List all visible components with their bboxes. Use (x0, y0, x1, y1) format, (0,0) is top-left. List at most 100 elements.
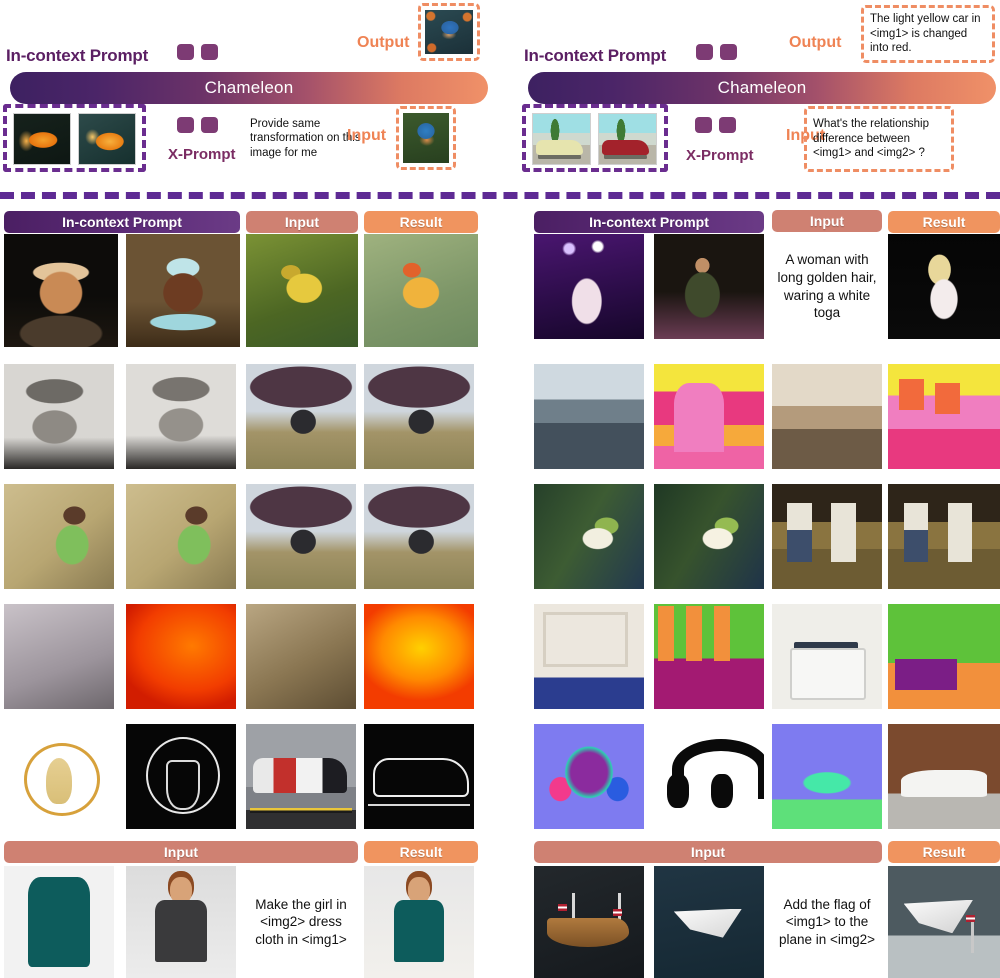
lp-r2-result-image (364, 364, 474, 469)
token-square-1 (177, 44, 194, 60)
right-header-input: Input (772, 210, 882, 232)
rp-r2-c1-image (534, 364, 644, 469)
teaser-left-xprompt-label: X-Prompt (168, 146, 236, 163)
boat-flag-left-icon (558, 904, 568, 912)
xprompt-token-2 (201, 117, 218, 133)
lp-r4-input-image (246, 604, 356, 709)
lp-r2-c2-image (126, 364, 236, 469)
xprompt-token-3 (695, 117, 712, 133)
lp-bottom-c1-image (4, 866, 114, 978)
lp-r2-input-image (246, 364, 356, 469)
rp-r4-input-image (772, 604, 882, 709)
figure-root: Output In-context Prompt Chameleon X-Pro… (0, 0, 1000, 978)
lp-r3-result-image (364, 484, 474, 589)
right-header-result: Result (888, 211, 1000, 233)
teaser-right-output-box: The light yellow car in <img1> is change… (861, 5, 995, 63)
teaser-right-output-label: Output (789, 34, 842, 51)
teaser-right-input-box: What's the relationship difference betwe… (804, 106, 954, 172)
output-image-bird-artistic (425, 10, 473, 54)
rp-r3-result-image (888, 484, 1000, 589)
rp-r5-c2-image (654, 724, 764, 829)
lp-r4-c1-image (4, 604, 114, 709)
rp-r3-c2-image (654, 484, 764, 589)
rp-r1-c2-image (654, 234, 764, 339)
right-bottom-header-input: Input (534, 841, 882, 863)
lp-r5-result-image (364, 724, 474, 829)
teaser-left-input-label: Input (347, 127, 387, 144)
rp-r4-result-image (888, 604, 1000, 709)
teaser-right-icp-label: In-context Prompt (524, 46, 667, 65)
left-header-in-context-prompt: In-context Prompt (4, 211, 240, 233)
token-square-2 (201, 44, 218, 60)
rp-r1-c1-image (534, 234, 644, 339)
section-divider (0, 192, 1000, 199)
teaser-right: Output The light yellow car in <img1> is… (500, 0, 1000, 196)
incontext-image-goldfish-2 (78, 113, 136, 165)
lp-r2-c1-image (4, 364, 114, 469)
plane-flag-icon (966, 915, 976, 923)
lp-r5-c2-image (126, 724, 236, 829)
input-image-bluebird (403, 113, 449, 163)
left-header-input: Input (246, 211, 358, 233)
lp-bottom-c2-image (126, 866, 236, 978)
teaser-left-incontext-box (3, 104, 146, 172)
results-panel-left: In-context Prompt Input Result Input Res… (4, 206, 498, 978)
teaser-left-output-box (418, 3, 480, 61)
rp-bottom-result-image (888, 866, 1000, 978)
incontext-image-goldfish-1 (13, 113, 71, 165)
lp-r3-input-image (246, 484, 356, 589)
right-bottom-header-result: Result (888, 841, 1000, 863)
teaser-left: Output In-context Prompt Chameleon X-Pro… (0, 0, 500, 196)
token-square-4 (720, 44, 737, 60)
lp-bottom-prompt-text: Make the girl in <img2> dress cloth in <… (242, 866, 360, 978)
left-bottom-header-input: Input (4, 841, 358, 863)
boat-flag-right-icon (613, 908, 623, 916)
teaser-left-output-label: Output (357, 34, 410, 51)
lp-r1-result-image (364, 234, 478, 347)
rp-r1-input-text: A woman with long golden hair, waring a … (772, 234, 882, 339)
rp-r2-c2-image (654, 364, 764, 469)
teaser-left-input-box (396, 106, 456, 170)
token-square-3 (696, 44, 713, 60)
incontext-image-red-car (598, 113, 657, 165)
results-panel-right: In-context Prompt Input Result A woman w… (506, 206, 1000, 978)
left-bottom-header-result: Result (364, 841, 478, 863)
teaser-right-model-banner: Chameleon (528, 72, 996, 104)
teaser-left-icp-label: In-context Prompt (6, 46, 149, 65)
rp-r3-c1-image (534, 484, 644, 589)
xprompt-token-1 (177, 117, 194, 133)
incontext-image-yellow-car (532, 113, 591, 165)
rp-r3-input-image (772, 484, 882, 589)
rp-r5-c1-image (534, 724, 644, 829)
rp-r4-c2-image (654, 604, 764, 709)
rp-bottom-prompt-text: Add the flag of <img1> to the plane in <… (768, 866, 886, 978)
lp-r5-input-image (246, 724, 356, 829)
teaser-left-model-banner: Chameleon (10, 72, 488, 104)
lp-r1-input-image (246, 234, 358, 347)
lp-r1-c2-image (126, 234, 240, 347)
teaser-right-input-text: What's the relationship difference betwe… (813, 117, 929, 160)
teaser-right-incontext-box (522, 104, 668, 172)
rp-r5-input-image (772, 724, 882, 829)
rp-r1-result-image (888, 234, 1000, 339)
lp-r5-c1-image (4, 724, 114, 829)
right-header-in-context-prompt: In-context Prompt (534, 211, 764, 233)
rp-r2-result-image (888, 364, 1000, 469)
rp-r2-input-image (772, 364, 882, 469)
rp-bottom-c2-image (654, 866, 764, 978)
left-header-result: Result (364, 211, 478, 233)
teaser-right-xprompt-label: X-Prompt (686, 147, 754, 164)
lp-r4-result-image (364, 604, 474, 709)
rp-r5-result-image (888, 724, 1000, 829)
xprompt-token-4 (719, 117, 736, 133)
lp-bottom-result-image (364, 866, 474, 978)
lp-r4-c2-image (126, 604, 236, 709)
rp-bottom-c1-image (534, 866, 644, 978)
rp-r4-c1-image (534, 604, 644, 709)
teaser-section: Output In-context Prompt Chameleon X-Pro… (0, 0, 1000, 196)
lp-r3-c2-image (126, 484, 236, 589)
teaser-right-output-text: The light yellow car in <img1> is change… (870, 12, 981, 55)
lp-r1-c1-image (4, 234, 118, 347)
lp-r3-c1-image (4, 484, 114, 589)
teaser-left-instruction-text: Provide same transformation on this imag… (250, 118, 361, 159)
